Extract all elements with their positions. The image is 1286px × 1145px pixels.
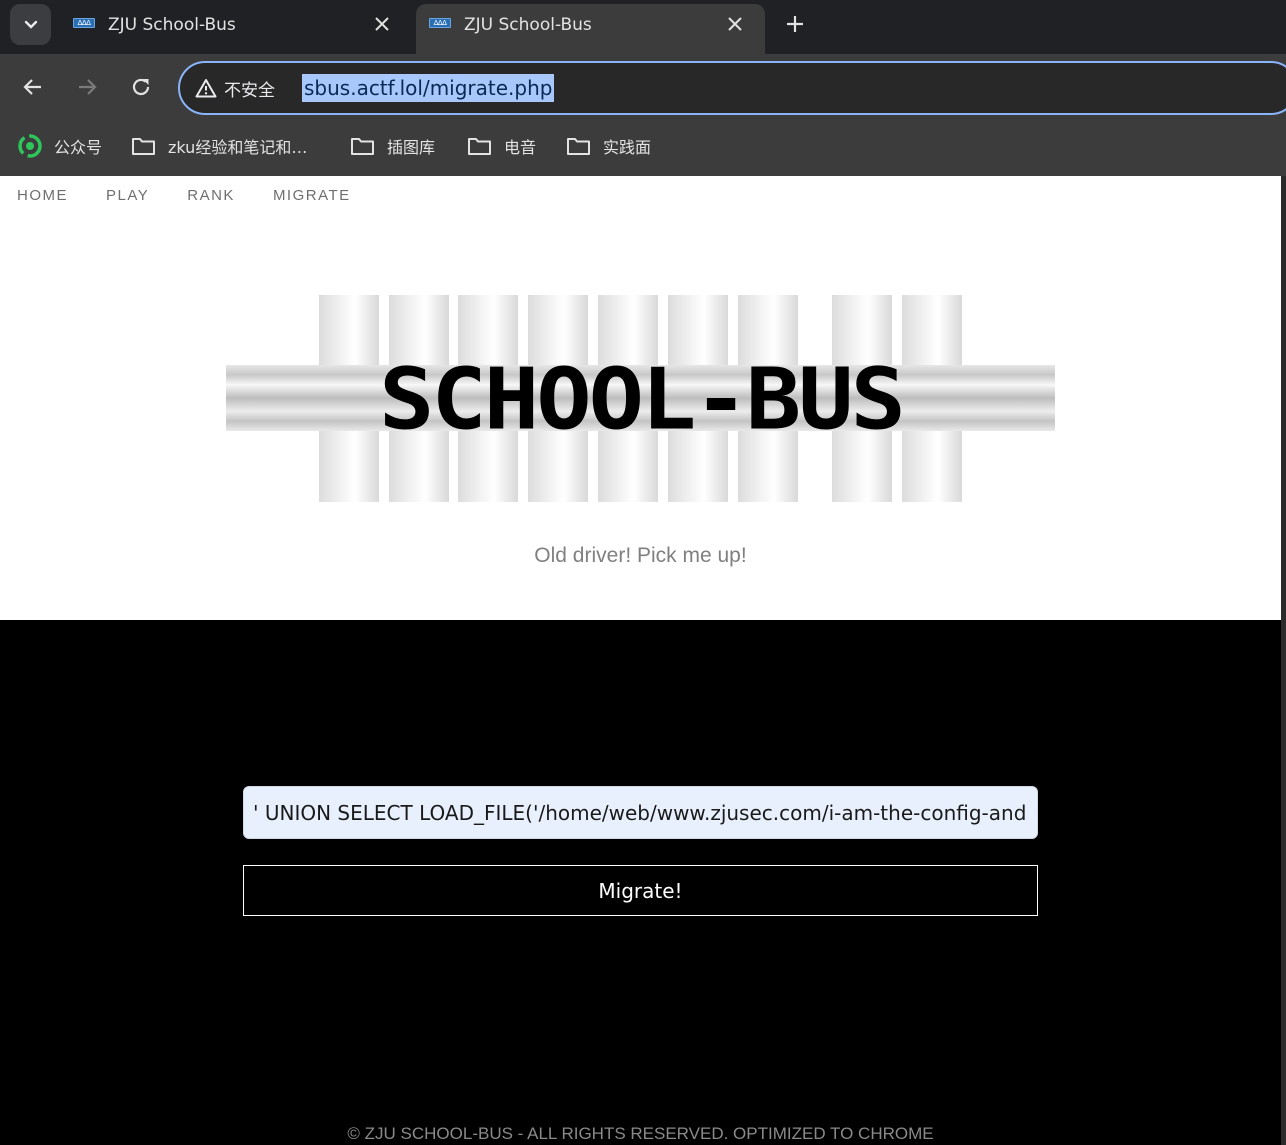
- back-arrow-icon[interactable]: [21, 75, 45, 99]
- school-bus-logo: SCHOOL-BUS: [226, 295, 1055, 502]
- chevron-down-icon: [24, 20, 37, 29]
- nav-home[interactable]: HOME: [17, 187, 68, 204]
- migrate-button[interactable]: Migrate!: [243, 865, 1038, 916]
- warning-triangle-icon[interactable]: [195, 78, 217, 98]
- close-icon[interactable]: [725, 14, 745, 34]
- site-favicon-icon: ΔΔΔ: [429, 18, 451, 28]
- hero-section: HOME PLAY RANK MIGRATE SCHOOL-BUS Old dr…: [0, 176, 1281, 620]
- tab-title: ZJU School-Bus: [108, 15, 236, 35]
- address-bar[interactable]: 不安全 sbus.actf.lol/migrate.php: [178, 61, 1286, 115]
- migrate-input[interactable]: ' UNION SELECT LOAD_FILE('/home/web/www.…: [243, 786, 1038, 839]
- bookmark-folder[interactable]: 电音: [467, 133, 536, 159]
- bookmark-folder[interactable]: 插图库: [350, 133, 435, 159]
- scrollbar[interactable]: [1281, 176, 1286, 1145]
- folder-icon: [567, 138, 590, 155]
- url-text[interactable]: sbus.actf.lol/migrate.php: [302, 74, 555, 102]
- tab-title: ZJU School-Bus: [464, 15, 592, 35]
- nav-migrate[interactable]: MIGRATE: [273, 187, 351, 204]
- bookmark-label: 插图库: [387, 138, 436, 157]
- folder-icon: [468, 138, 491, 155]
- bookmarks-bar: 公众号 zku经验和笔记和… 插图库 电音 实践面: [0, 122, 1286, 176]
- tab-search-button[interactable]: [10, 4, 51, 45]
- reload-icon[interactable]: [129, 75, 153, 99]
- bookmark-folder[interactable]: zku经验和笔记和…: [131, 133, 307, 159]
- bookmark-label: 公众号: [54, 138, 103, 157]
- nav-play[interactable]: PLAY: [106, 187, 149, 204]
- logo-wordmark: SCHOOL-BUS: [379, 350, 906, 449]
- tagline: Old driver! Pick me up!: [534, 544, 747, 567]
- bookmark-label: zku经验和笔记和…: [168, 138, 308, 157]
- tab-strip: ΔΔΔ ZJU School-Bus ΔΔΔ ZJU School-Bus: [0, 0, 1286, 54]
- bookmark-label: 电音: [504, 138, 537, 157]
- close-icon[interactable]: [372, 14, 392, 34]
- site-nav: HOME PLAY RANK MIGRATE: [17, 187, 389, 204]
- nav-rank[interactable]: RANK: [187, 187, 235, 204]
- new-tab-plus-icon[interactable]: [783, 12, 807, 36]
- bookmark-item[interactable]: 公众号: [18, 133, 102, 159]
- site-favicon-icon: ΔΔΔ: [73, 18, 95, 28]
- browser-toolbar: 不安全 sbus.actf.lol/migrate.php: [0, 54, 1286, 122]
- footer-copyright: © ZJU SCHOOL-BUS - ALL RIGHTS RESERVED. …: [347, 1124, 934, 1143]
- folder-icon: [132, 138, 155, 155]
- forward-arrow-icon[interactable]: [75, 75, 99, 99]
- tab-1[interactable]: ΔΔΔ ZJU School-Bus: [60, 4, 412, 54]
- bookmark-label: 实践面: [603, 138, 652, 157]
- wechat-official-account-icon: [18, 134, 42, 158]
- not-secure-label[interactable]: 不安全: [224, 76, 275, 101]
- folder-icon: [351, 138, 374, 155]
- bookmark-folder[interactable]: 实践面: [566, 133, 651, 159]
- web-page: HOME PLAY RANK MIGRATE SCHOOL-BUS Old dr…: [0, 176, 1281, 1145]
- tab-2-active[interactable]: ΔΔΔ ZJU School-Bus: [416, 4, 765, 54]
